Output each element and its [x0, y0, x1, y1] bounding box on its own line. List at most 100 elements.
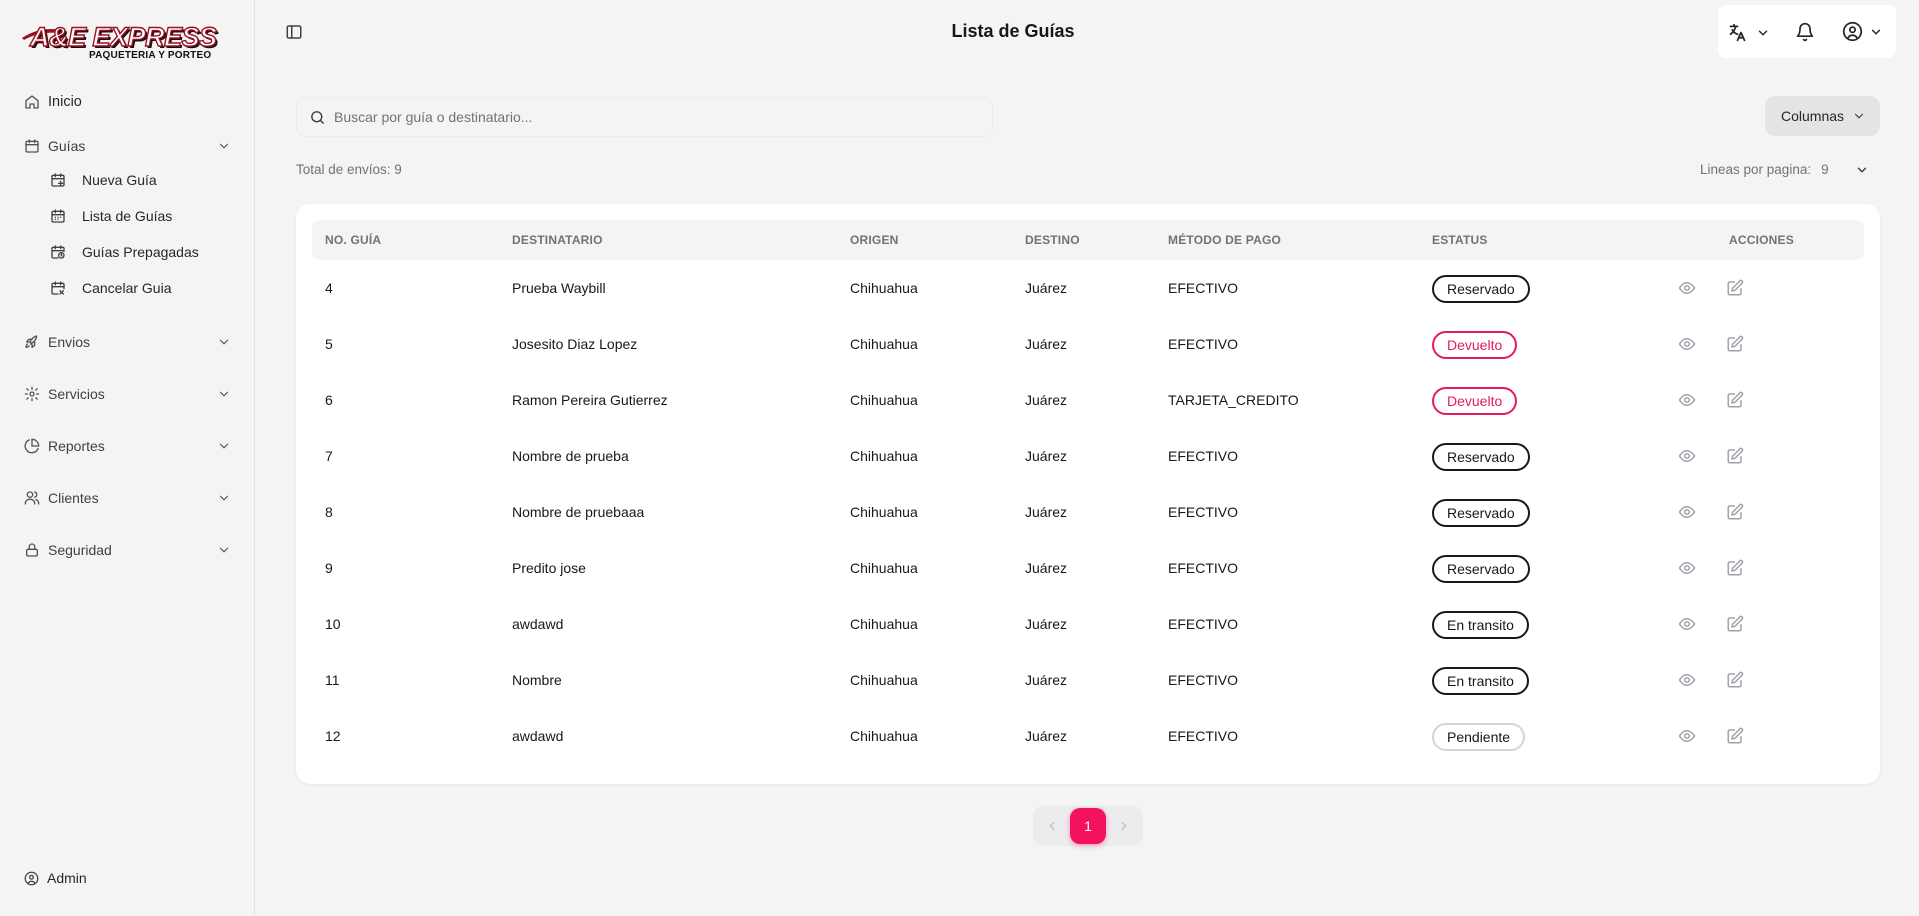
cell-destinatario: awdawd	[512, 728, 564, 744]
language-button[interactable]	[1727, 22, 1770, 43]
cell-metodo-pago: TARJETA_CREDITO	[1168, 392, 1299, 408]
rows-per-page: Lineas por pagina: 9	[1700, 162, 1869, 177]
notifications-button[interactable]	[1795, 22, 1815, 42]
view-icon[interactable]	[1678, 615, 1696, 633]
view-icon[interactable]	[1678, 559, 1696, 577]
sidebar-toggle-icon[interactable]	[285, 23, 303, 41]
columns-button-label: Columnas	[1781, 108, 1845, 124]
next-page-icon[interactable]	[1117, 819, 1131, 833]
view-icon[interactable]	[1678, 335, 1696, 353]
table-row[interactable]: 4 Prueba Waybill Chihuahua Juárez EFECTIVO Re…	[312, 260, 1864, 316]
bell-icon	[1796, 22, 1814, 42]
users-icon	[24, 491, 40, 505]
cell-destino: Juárez	[1025, 280, 1068, 296]
translate-icon	[1729, 23, 1746, 42]
view-icon[interactable]	[1678, 447, 1696, 465]
cell-destino: Juárez	[1025, 448, 1068, 464]
status-badge: Reservado	[1432, 555, 1530, 583]
view-icon[interactable]	[1678, 391, 1696, 409]
status-badge: En transito	[1432, 667, 1529, 695]
brand-logo[interactable]: A&E EXPRESS PAQUETERIA Y PORTEO	[22, 20, 228, 64]
sidebar-subitem-cancelar-guia[interactable]: Cancelar Guia	[50, 274, 230, 302]
profile-button[interactable]	[1842, 21, 1883, 42]
edit-icon[interactable]	[1726, 671, 1744, 689]
view-icon[interactable]	[1678, 727, 1696, 745]
cell-metodo-pago: EFECTIVO	[1168, 728, 1239, 744]
chevron-down-icon	[1854, 113, 1864, 119]
sidebar-item-clientes[interactable]: Clientes	[24, 484, 231, 512]
view-icon[interactable]	[1678, 671, 1696, 689]
sidebar-item-reportes[interactable]: Reportes	[24, 432, 231, 460]
search-input[interactable]	[334, 109, 954, 125]
cell-destinatario: Nombre	[512, 672, 562, 688]
table-row[interactable]: 10 awdawd Chihuahua Juárez EFECTIVO En transi…	[312, 596, 1864, 652]
edit-icon[interactable]	[1726, 559, 1744, 577]
guides-table: NO. GUÍA DESTINATARIO ORIGEN DESTINO MÉT…	[296, 204, 1880, 784]
table-row[interactable]: 6 Ramon Pereira Gutierrez Chihuahua Juárez T…	[312, 372, 1864, 428]
cell-metodo-pago: EFECTIVO	[1168, 672, 1239, 688]
column-header-no-guia[interactable]: NO. GUÍA	[325, 233, 381, 247]
column-header-destino[interactable]: DESTINO	[1025, 233, 1080, 247]
cell-destinatario: Josesito Diaz Lopez	[512, 336, 638, 352]
cell-no-guia: 7	[325, 448, 333, 464]
cell-destinatario: Prueba Waybill	[512, 280, 606, 296]
edit-icon[interactable]	[1726, 391, 1744, 409]
edit-icon[interactable]	[1726, 335, 1744, 353]
column-header-origen[interactable]: ORIGEN	[850, 233, 899, 247]
edit-icon[interactable]	[1726, 279, 1744, 297]
column-header-estatus[interactable]: ESTATUS	[1432, 233, 1488, 247]
table-row[interactable]: 9 Predito jose Chihuahua Juárez EFECTIVO Rese…	[312, 540, 1864, 596]
edit-icon[interactable]	[1726, 727, 1744, 745]
cell-no-guia: 8	[325, 504, 333, 520]
cell-metodo-pago: EFECTIVO	[1168, 560, 1239, 576]
user-menu-admin[interactable]: Admin	[24, 870, 87, 886]
brand-name: A&E EXPRESS	[29, 21, 217, 52]
sidebar-item-servicios[interactable]: Servicios	[24, 380, 231, 408]
sidebar-item-seguridad[interactable]: Seguridad	[24, 536, 231, 564]
cell-destinatario: Nombre de prueba	[512, 448, 629, 464]
chevron-down-icon[interactable]	[1855, 163, 1869, 177]
edit-icon[interactable]	[1726, 615, 1744, 633]
table-row[interactable]: 8 Nombre de pruebaaa Chihuahua Juárez EFECTI…	[312, 484, 1864, 540]
sidebar-item-envios[interactable]: Envios	[24, 328, 231, 356]
cell-destino: Juárez	[1025, 336, 1068, 352]
status-badge: Devuelto	[1432, 387, 1518, 415]
sidebar-item-guias[interactable]: Guías	[24, 132, 231, 160]
cell-origen: Chihuahua	[850, 504, 918, 520]
columns-button[interactable]: Columnas	[1765, 96, 1880, 136]
column-header-metodo-pago[interactable]: MÉTODO DE PAGO	[1168, 233, 1281, 247]
sidebar-subitem-lista-guias[interactable]: Lista de Guías	[50, 202, 230, 230]
sidebar-subitem-nueva-guia[interactable]: Nueva Guía	[50, 166, 230, 194]
previous-page-icon[interactable]	[1045, 819, 1059, 833]
status-badge: Reservado	[1432, 275, 1530, 303]
pie-chart-icon	[24, 438, 40, 454]
sidebar-item-inicio[interactable]: Inicio	[24, 88, 231, 116]
chevron-down-icon	[219, 443, 229, 449]
status-badge: En transito	[1432, 611, 1529, 639]
sidebar-item-label: Inicio	[48, 94, 82, 110]
view-icon[interactable]	[1678, 503, 1696, 521]
table-row[interactable]: 7 Nombre de prueba Chihuahua Juárez EFECTIVO…	[312, 428, 1864, 484]
sidebar-subitem-label: Cancelar Guia	[82, 280, 172, 296]
column-header-destinatario[interactable]: DESTINATARIO	[512, 233, 603, 247]
column-header-acciones: ACCIONES	[1729, 233, 1794, 247]
sidebar-subitem-guias-prepagadas[interactable]: Guías Prepagadas	[50, 238, 230, 266]
header-actions	[1718, 5, 1896, 58]
chevron-down-icon	[1758, 30, 1768, 36]
lock-icon	[26, 543, 38, 557]
cell-metodo-pago: EFECTIVO	[1168, 616, 1239, 632]
calendar-icon	[25, 139, 39, 153]
page-title: Lista de Guías	[951, 21, 1075, 41]
rows-per-page-value[interactable]: 9	[1821, 162, 1829, 177]
table-row[interactable]: 5 Josesito Diaz Lopez Chihuahua Juárez EFECT…	[312, 316, 1864, 372]
rows-per-page-label: Lineas por pagina:	[1700, 162, 1812, 177]
table-row[interactable]: 11 Nombre Chihuahua Juárez EFECTIVO En transi…	[312, 652, 1864, 708]
edit-icon[interactable]	[1726, 503, 1744, 521]
cell-destinatario: Predito jose	[512, 560, 586, 576]
view-icon[interactable]	[1678, 279, 1696, 297]
page-1-button[interactable]: 1	[1070, 808, 1106, 844]
table-row[interactable]: 12 awdawd Chihuahua Juárez EFECTIVO Pendiente	[312, 708, 1864, 764]
calendar-x-icon	[51, 281, 65, 295]
edit-icon[interactable]	[1726, 447, 1744, 465]
chevron-down-icon	[219, 143, 229, 149]
